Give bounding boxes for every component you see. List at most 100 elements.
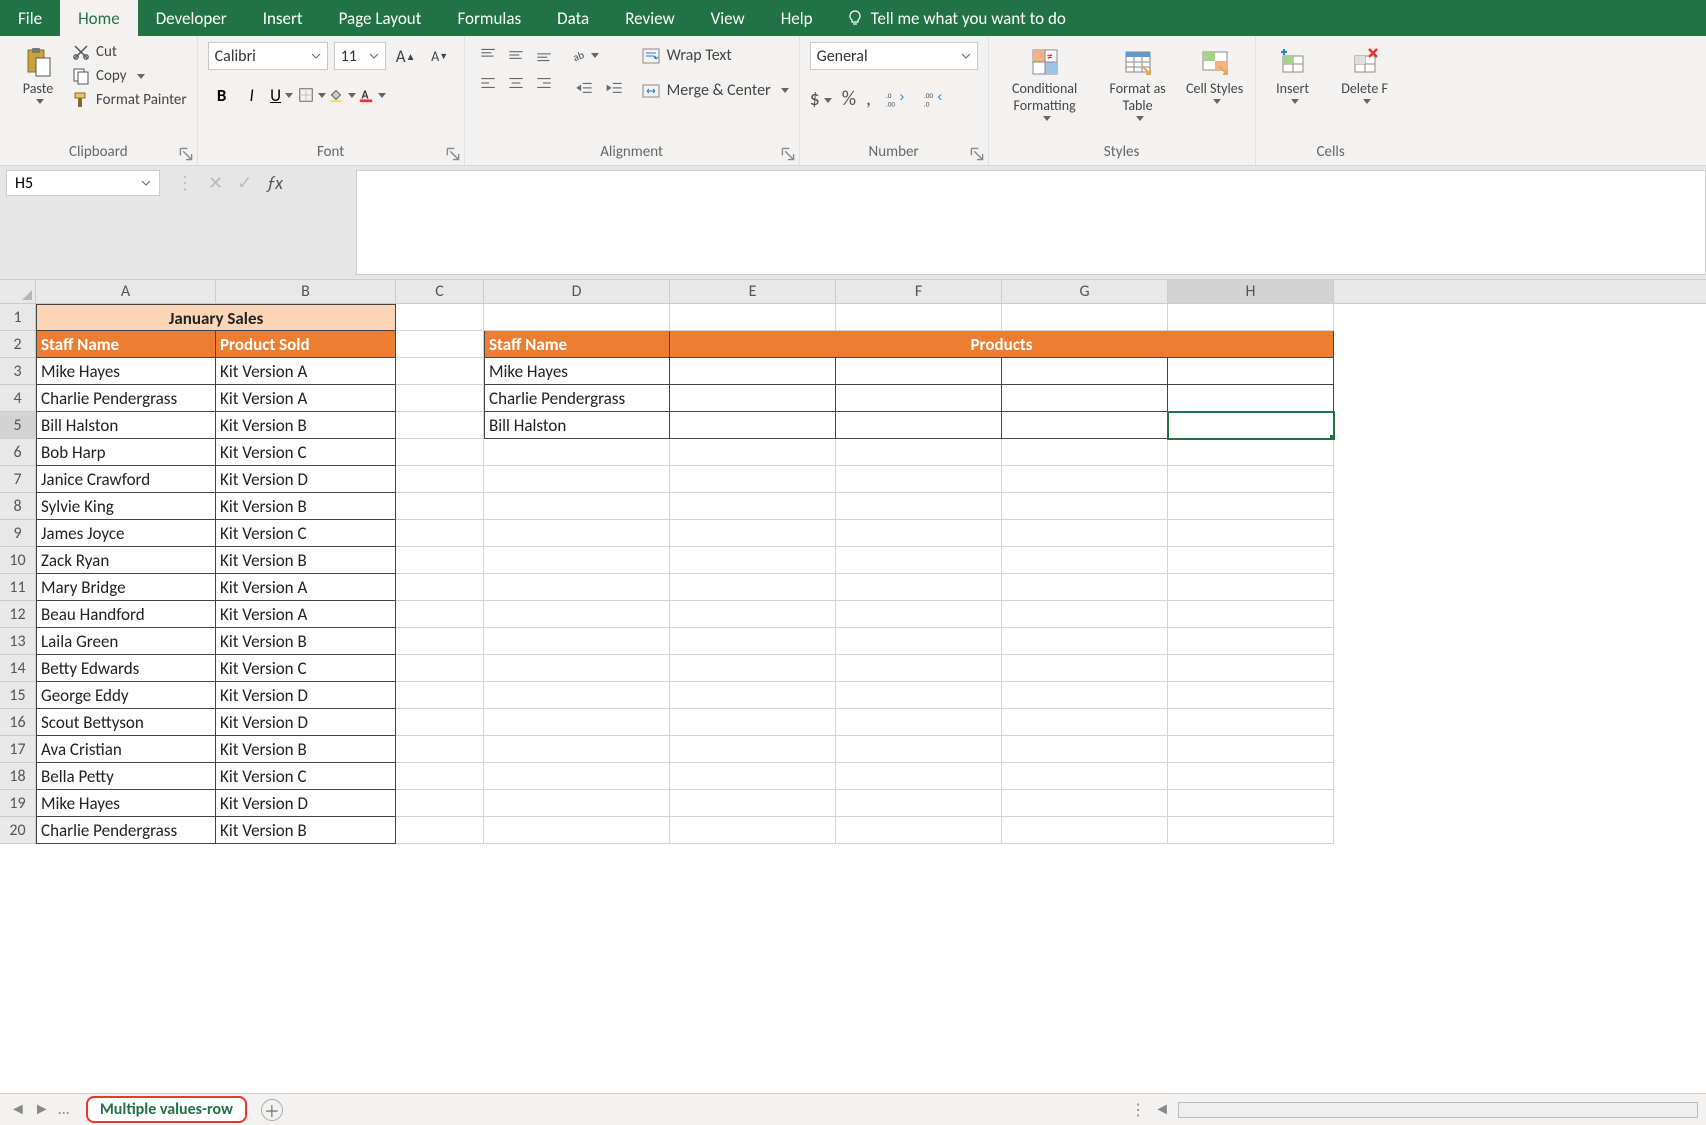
row-header[interactable]: 14 [0, 655, 36, 682]
col-header-C[interactable]: C [396, 280, 484, 303]
row-header[interactable]: 17 [0, 736, 36, 763]
cell[interactable]: Kit Version B [216, 736, 396, 763]
cell[interactable] [396, 547, 484, 574]
cell[interactable] [836, 466, 1002, 493]
cell[interactable] [484, 628, 670, 655]
cell[interactable]: Kit Version B [216, 817, 396, 844]
cell[interactable] [670, 520, 836, 547]
cell[interactable] [1168, 493, 1334, 520]
cell[interactable] [670, 439, 836, 466]
cell[interactable] [836, 547, 1002, 574]
increase-decimal-button[interactable]: .0.00 [881, 86, 909, 112]
cell[interactable] [836, 763, 1002, 790]
cell[interactable] [396, 736, 484, 763]
cell[interactable] [836, 817, 1002, 844]
cell[interactable] [670, 682, 836, 709]
cell[interactable]: Kit Version A [216, 574, 396, 601]
row-header[interactable]: 19 [0, 790, 36, 817]
cell[interactable] [1168, 655, 1334, 682]
cell[interactable] [836, 709, 1002, 736]
cell-styles-button[interactable]: Cell Styles [1185, 42, 1245, 104]
cell[interactable]: Kit Version C [216, 520, 396, 547]
cell[interactable]: Betty Edwards [36, 655, 216, 682]
cell[interactable]: Kit Version B [216, 493, 396, 520]
tab-view[interactable]: View [693, 0, 763, 36]
cell[interactable]: Kit Version B [216, 628, 396, 655]
accounting-format-button[interactable]: $ [810, 87, 832, 111]
cell[interactable]: Mike Hayes [484, 358, 670, 385]
cell[interactable] [1168, 601, 1334, 628]
cell[interactable] [484, 547, 670, 574]
tab-data[interactable]: Data [539, 0, 607, 36]
cell[interactable]: Charlie Pendergrass [36, 385, 216, 412]
cell[interactable] [670, 790, 836, 817]
cell[interactable] [484, 817, 670, 844]
align-right-button[interactable] [531, 70, 557, 96]
cell[interactable]: Zack Ryan [36, 547, 216, 574]
cell[interactable]: Staff Name [36, 331, 216, 358]
font-size-combo[interactable]: 11 [334, 42, 386, 70]
cell[interactable] [1002, 547, 1168, 574]
cell[interactable]: Laila Green [36, 628, 216, 655]
dialog-launcher-icon[interactable] [970, 147, 984, 161]
add-sheet-button[interactable]: ＋ [261, 1099, 283, 1121]
dialog-launcher-icon[interactable] [446, 147, 460, 161]
cell[interactable] [1168, 817, 1334, 844]
cell[interactable] [396, 763, 484, 790]
wrap-text-button[interactable]: Wrap Text [641, 42, 789, 69]
delete-cells-button[interactable]: Delete F [1334, 42, 1396, 104]
cell[interactable]: Bella Petty [36, 763, 216, 790]
sheet-nav-more[interactable]: ... [58, 1100, 70, 1119]
cell[interactable] [1002, 655, 1168, 682]
cell[interactable] [836, 601, 1002, 628]
insert-cells-button[interactable]: Insert [1266, 42, 1320, 104]
cell[interactable] [836, 493, 1002, 520]
cell[interactable]: Bob Harp [36, 439, 216, 466]
row-header[interactable]: 13 [0, 628, 36, 655]
cell[interactable] [1002, 709, 1168, 736]
decrease-decimal-button[interactable]: .00.0 [919, 86, 947, 112]
row-header[interactable]: 6 [0, 439, 36, 466]
cell[interactable] [670, 304, 836, 331]
cell[interactable]: Kit Version D [216, 709, 396, 736]
cell[interactable] [396, 493, 484, 520]
cell[interactable]: Sylvie King [36, 493, 216, 520]
sheet-tab-active[interactable]: Multiple values-row [86, 1096, 247, 1123]
number-format-combo[interactable]: General [810, 42, 978, 70]
cell[interactable] [836, 736, 1002, 763]
row-header[interactable]: 5 [0, 412, 36, 439]
cell[interactable] [670, 385, 836, 412]
cell[interactable]: Bill Halston [484, 412, 670, 439]
cell[interactable] [484, 709, 670, 736]
col-header-D[interactable]: D [484, 280, 670, 303]
cell[interactable] [1168, 304, 1334, 331]
merge-center-button[interactable]: Merge & Center [641, 77, 789, 104]
cell[interactable] [1002, 439, 1168, 466]
cell[interactable] [670, 358, 836, 385]
font-name-combo[interactable]: Calibri [208, 42, 328, 70]
conditional-formatting-button[interactable]: ≠ Conditional Formatting [999, 42, 1091, 121]
cell[interactable]: Bill Halston [36, 412, 216, 439]
row-header[interactable]: 20 [0, 817, 36, 844]
cell[interactable] [396, 331, 484, 358]
row-header[interactable]: 4 [0, 385, 36, 412]
hscroll-handle-icon[interactable]: ⋮ [1130, 1100, 1146, 1120]
tab-developer[interactable]: Developer [138, 0, 245, 36]
row-header[interactable]: 10 [0, 547, 36, 574]
cell[interactable]: Staff Name [484, 331, 670, 358]
align-middle-button[interactable] [503, 42, 529, 68]
comma-button[interactable]: , [866, 87, 871, 111]
cell[interactable]: Kit Version D [216, 790, 396, 817]
cell[interactable] [1168, 628, 1334, 655]
cell[interactable]: James Joyce [36, 520, 216, 547]
decrease-font-button[interactable]: A▼ [426, 43, 454, 69]
underline-button[interactable]: U [268, 82, 296, 108]
cell[interactable] [1168, 466, 1334, 493]
cell[interactable] [836, 358, 1002, 385]
cell[interactable] [396, 628, 484, 655]
cell[interactable] [1002, 601, 1168, 628]
row-header[interactable]: 18 [0, 763, 36, 790]
tab-formulas[interactable]: Formulas [439, 0, 539, 36]
bold-button[interactable]: B [208, 82, 236, 108]
tell-me-search[interactable]: Tell me what you want to do [831, 0, 1066, 36]
